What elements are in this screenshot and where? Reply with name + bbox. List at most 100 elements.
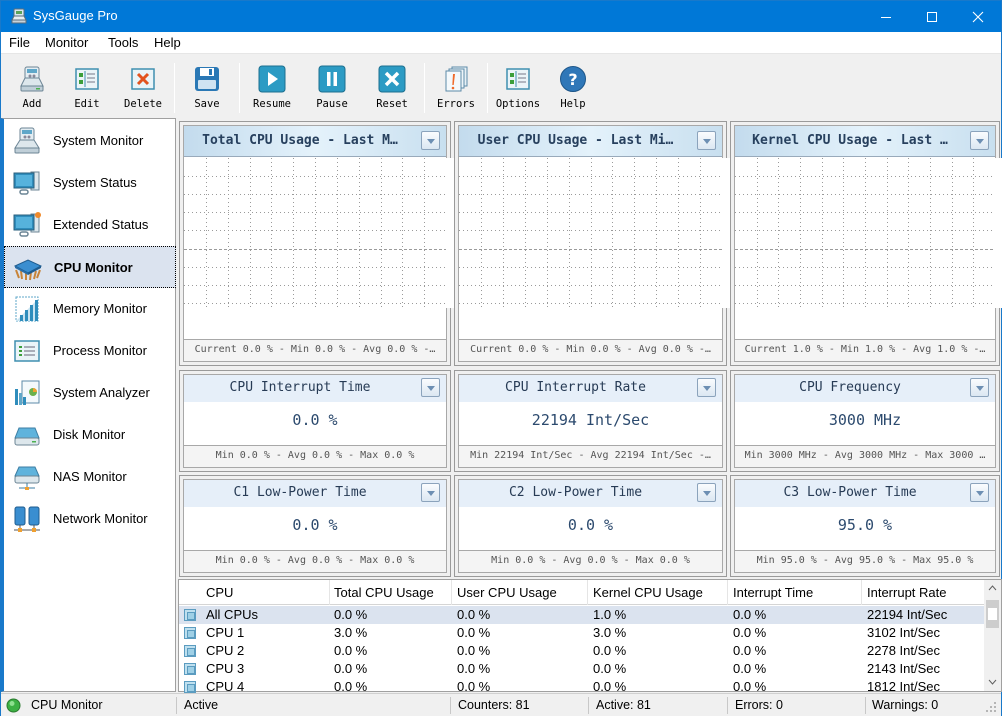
options-button[interactable]: Options <box>490 63 546 115</box>
column-divider[interactable] <box>587 580 588 605</box>
panel-dropdown-button[interactable] <box>421 131 440 150</box>
sidebar: System Monitor System Status Extended St… <box>1 118 176 692</box>
sidebar-item-nas-monitor[interactable]: NAS Monitor <box>4 456 176 498</box>
minimize-button[interactable] <box>863 1 909 32</box>
edit-list-icon <box>75 68 99 90</box>
table-row[interactable]: CPU 3 0.0 % 0.0 % 0.0 % 0.0 % 2143 Int/Sec <box>179 660 985 678</box>
table-cell: All CPUs <box>206 607 259 622</box>
reset-x-icon <box>378 65 406 93</box>
table-row[interactable]: All CPUs 0.0 % 0.0 % 1.0 % 0.0 % 22194 Int/Se… <box>179 606 985 624</box>
column-header-cpu[interactable]: CPU <box>206 585 233 600</box>
menu-monitor[interactable]: Monitor <box>45 35 88 50</box>
save-button[interactable]: Save <box>179 63 235 115</box>
scroll-down-icon[interactable] <box>988 679 997 685</box>
sidebar-item-memory-monitor[interactable]: Memory Monitor <box>4 288 176 330</box>
panel-footer: Current 1.0 % - Min 1.0 % - Avg 1.0 % -… <box>735 339 995 361</box>
help-button[interactable]: ? Help <box>545 63 601 115</box>
panel-footer: Min 0.0 % - Avg 0.0 % - Max 0.0 % <box>184 445 446 467</box>
sidebar-item-extended-status[interactable]: Extended Status <box>4 204 176 246</box>
panel-dropdown-button[interactable] <box>970 378 989 397</box>
panel-footer: Min 0.0 % - Avg 0.0 % - Max 0.0 % <box>459 550 722 572</box>
table-cell: CPU 4 <box>206 679 245 694</box>
sidebar-item-label: CPU Monitor <box>54 260 133 275</box>
cpu-chip-icon <box>184 681 196 693</box>
sidebar-item-network-monitor[interactable]: Network Monitor <box>4 498 176 540</box>
gauge-value: 3000 MHz <box>828 411 902 429</box>
resume-button[interactable]: Resume <box>244 63 300 115</box>
column-divider[interactable] <box>727 580 728 605</box>
add-label: Add <box>22 98 42 110</box>
column-header-total-cpu-usage[interactable]: Total CPU Usage <box>334 585 434 600</box>
resume-label: Resume <box>253 98 291 110</box>
panel-footer: Current 0.0 % - Min 0.0 % - Avg 0.0 % -… <box>459 339 722 361</box>
edit-button[interactable]: Edit <box>59 63 115 115</box>
panel-header: C2 Low-Power Time <box>459 480 722 507</box>
help-icon: ? <box>560 66 586 92</box>
panel-footer: Current 0.0 % - Min 0.0 % - Avg 0.0 % -… <box>184 339 446 361</box>
sidebar-item-label: Disk Monitor <box>53 427 126 442</box>
close-button[interactable] <box>955 1 1001 32</box>
table-cell: 0.0 % <box>733 625 767 640</box>
menu-file[interactable]: File <box>9 35 30 50</box>
menu-tools[interactable]: Tools <box>108 35 138 50</box>
column-header-user-cpu-usage[interactable]: User CPU Usage <box>457 585 557 600</box>
pause-label: Pause <box>316 98 348 110</box>
network-icon <box>14 506 40 532</box>
panel-dropdown-button[interactable] <box>697 131 716 150</box>
reset-button[interactable]: Reset <box>364 63 420 115</box>
system-monitor-icon <box>14 127 40 154</box>
maximize-icon <box>927 11 937 22</box>
cpu-chip-icon <box>184 645 196 657</box>
sidebar-item-process-monitor[interactable]: Process Monitor <box>4 330 176 372</box>
panel-dropdown-button[interactable] <box>697 483 716 502</box>
gauge-value: 22194 Int/Sec <box>531 411 650 429</box>
resize-grip-icon[interactable] <box>986 702 997 713</box>
table-row[interactable]: CPU 1 3.0 % 0.0 % 3.0 % 0.0 % 3102 Int/Sec <box>179 624 985 642</box>
table-cell: 0.0 % <box>457 679 491 694</box>
scrollbar-thumb[interactable] <box>986 600 999 628</box>
errors-button[interactable]: Errors <box>428 63 484 115</box>
errors-icon <box>445 66 468 92</box>
maximize-button[interactable] <box>909 1 955 32</box>
gauge-value: 0.0 % <box>567 516 614 534</box>
column-header-kernel-cpu-usage[interactable]: Kernel CPU Usage <box>593 585 703 600</box>
pause-button[interactable]: Pause <box>304 63 360 115</box>
table-cell: 3.0 % <box>593 625 627 640</box>
chart-panel-user-cpu: User CPU Usage - Last Mi… Current 0.0 % … <box>454 121 759 366</box>
chart-panel-total-cpu: Total CPU Usage - Last M… Current 0.0 % … <box>179 121 484 366</box>
menu-help[interactable]: Help <box>154 35 181 50</box>
cpu-chip-icon <box>184 609 196 621</box>
column-divider[interactable] <box>451 580 452 605</box>
status-divider <box>450 697 451 714</box>
table-vertical-scrollbar[interactable] <box>984 580 1001 691</box>
memory-chart-icon <box>15 296 39 322</box>
panel-dropdown-button[interactable] <box>421 483 440 502</box>
sidebar-item-disk-monitor[interactable]: Disk Monitor <box>4 414 176 456</box>
app-icon <box>11 8 27 24</box>
column-header-interrupt-rate[interactable]: Interrupt Rate <box>867 585 947 600</box>
sidebar-item-system-status[interactable]: System Status <box>4 162 176 204</box>
edit-label: Edit <box>74 98 100 110</box>
toolbar-separator <box>239 63 240 113</box>
delete-button[interactable]: Delete <box>115 63 171 115</box>
table-cell: 0.0 % <box>733 679 767 694</box>
window-title: SysGauge Pro <box>33 8 118 23</box>
toolbar: Add Edit Delete Save Resume Pause Reset <box>1 55 1001 117</box>
column-divider[interactable] <box>329 580 330 605</box>
add-drive-icon <box>20 66 44 92</box>
nas-icon <box>14 466 40 490</box>
sidebar-item-system-monitor[interactable]: System Monitor <box>4 120 176 162</box>
panel-dropdown-button[interactable] <box>697 378 716 397</box>
sidebar-item-system-analyzer[interactable]: System Analyzer <box>4 372 176 414</box>
add-button[interactable]: Add <box>4 63 60 115</box>
scroll-up-icon[interactable] <box>988 585 997 591</box>
panel-dropdown-button[interactable] <box>970 483 989 502</box>
table-row[interactable]: CPU 2 0.0 % 0.0 % 0.0 % 0.0 % 2278 Int/Sec <box>179 642 985 660</box>
table-cell: 1.0 % <box>593 607 627 622</box>
sidebar-item-cpu-monitor[interactable]: CPU Monitor <box>4 246 176 288</box>
panel-dropdown-button[interactable] <box>421 378 440 397</box>
column-header-interrupt-time[interactable]: Interrupt Time <box>733 585 813 600</box>
column-divider[interactable] <box>861 580 862 605</box>
panel-dropdown-button[interactable] <box>970 131 989 150</box>
table-cell: 2278 Int/Sec <box>867 643 940 658</box>
